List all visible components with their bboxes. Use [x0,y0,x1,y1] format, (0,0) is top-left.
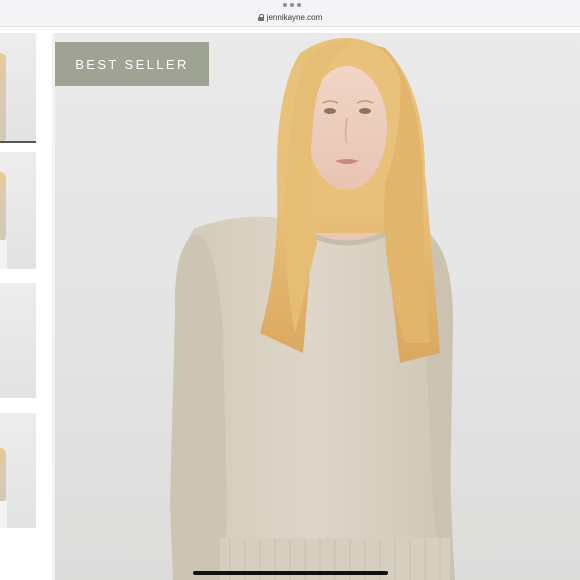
lock-icon [257,13,264,21]
product-hero-image[interactable] [55,33,580,580]
browser-toolbar: jennikayne.com [0,0,580,27]
model-illustration [170,38,455,580]
address-bar[interactable]: jennikayne.com [0,10,580,24]
gallery-thumbnail-4[interactable] [0,413,36,528]
best-seller-badge: BEST SELLER [55,42,209,86]
thumbnail-gallery [0,33,37,580]
gallery-thumbnail-3[interactable] [0,283,36,398]
gallery-thumbnail-1[interactable] [0,33,36,143]
gallery-thumbnail-2[interactable] [0,152,36,269]
home-indicator[interactable] [193,571,388,575]
more-dots-icon[interactable] [283,3,301,7]
url-text: jennikayne.com [266,12,323,22]
